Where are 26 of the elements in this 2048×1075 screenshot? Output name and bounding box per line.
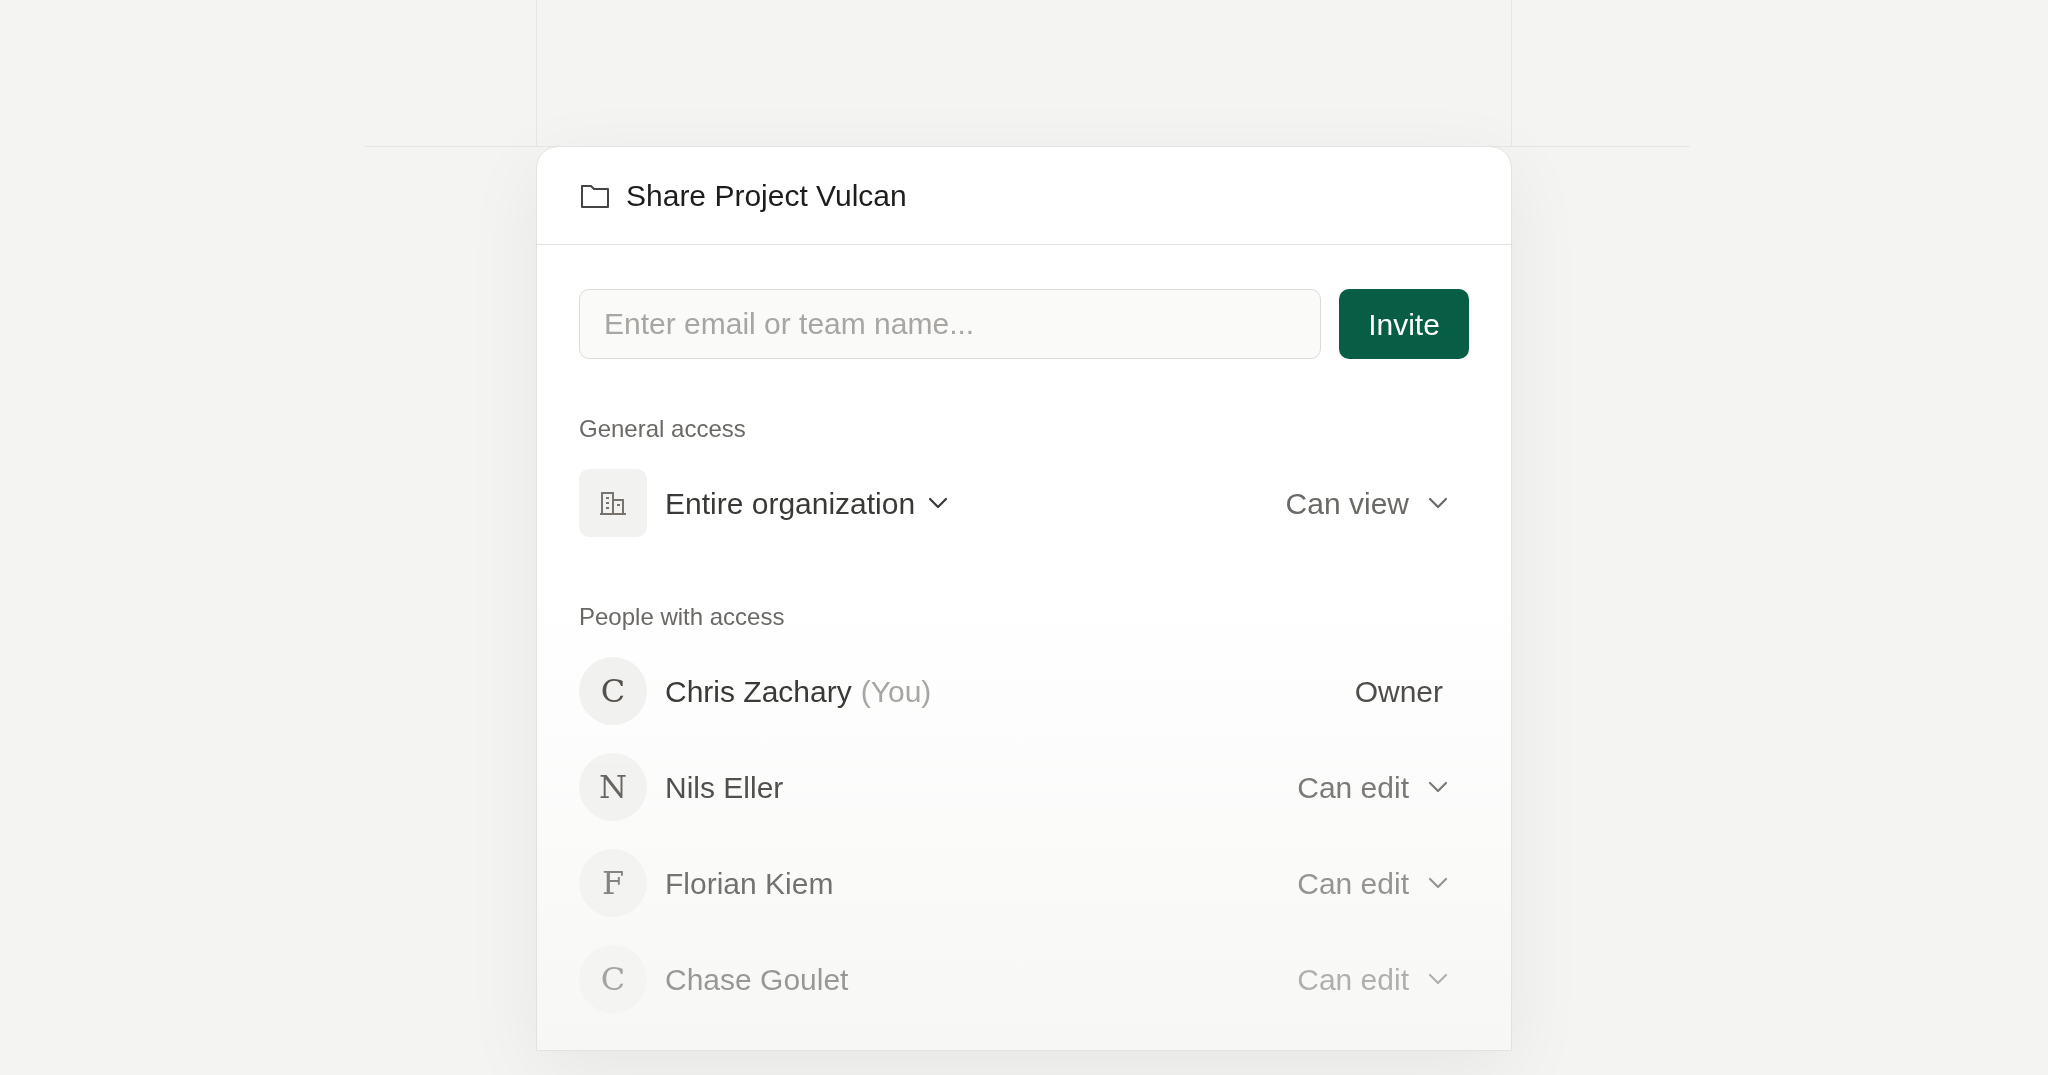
member-name: Chris Zachary xyxy=(665,673,852,710)
member-name: Chase Goulet xyxy=(665,961,849,998)
role-label: Owner xyxy=(1354,673,1443,710)
chevron-down-icon xyxy=(1427,876,1449,890)
folder-icon xyxy=(580,182,610,209)
access-scope-dropdown[interactable]: Entire organization xyxy=(665,480,950,526)
member-name: Florian Kiem xyxy=(665,865,834,902)
avatar: C xyxy=(579,657,647,725)
role-dropdown[interactable]: Can edit xyxy=(1297,860,1449,906)
email-field[interactable]: Enter email or team name... xyxy=(579,289,1321,359)
chevron-down-icon xyxy=(1427,972,1449,986)
avatar: N xyxy=(579,753,647,821)
invite-button[interactable]: Invite xyxy=(1339,289,1469,359)
building-icon xyxy=(579,469,647,537)
chevron-down-icon xyxy=(1427,780,1449,794)
avatar: F xyxy=(579,849,647,917)
avatar: C xyxy=(579,945,647,1013)
permission-dropdown[interactable]: Can view xyxy=(1285,480,1449,526)
role-dropdown[interactable]: Can edit xyxy=(1297,764,1449,810)
section-label: General access xyxy=(579,414,747,444)
chevron-down-icon xyxy=(1427,496,1449,510)
member-name: Nils Eller xyxy=(665,769,784,806)
section-label: People with access xyxy=(579,602,786,632)
you-note: (You) xyxy=(860,673,932,710)
chevron-down-icon xyxy=(927,496,950,510)
dialog-title: Share Project Vulcan xyxy=(626,178,907,214)
